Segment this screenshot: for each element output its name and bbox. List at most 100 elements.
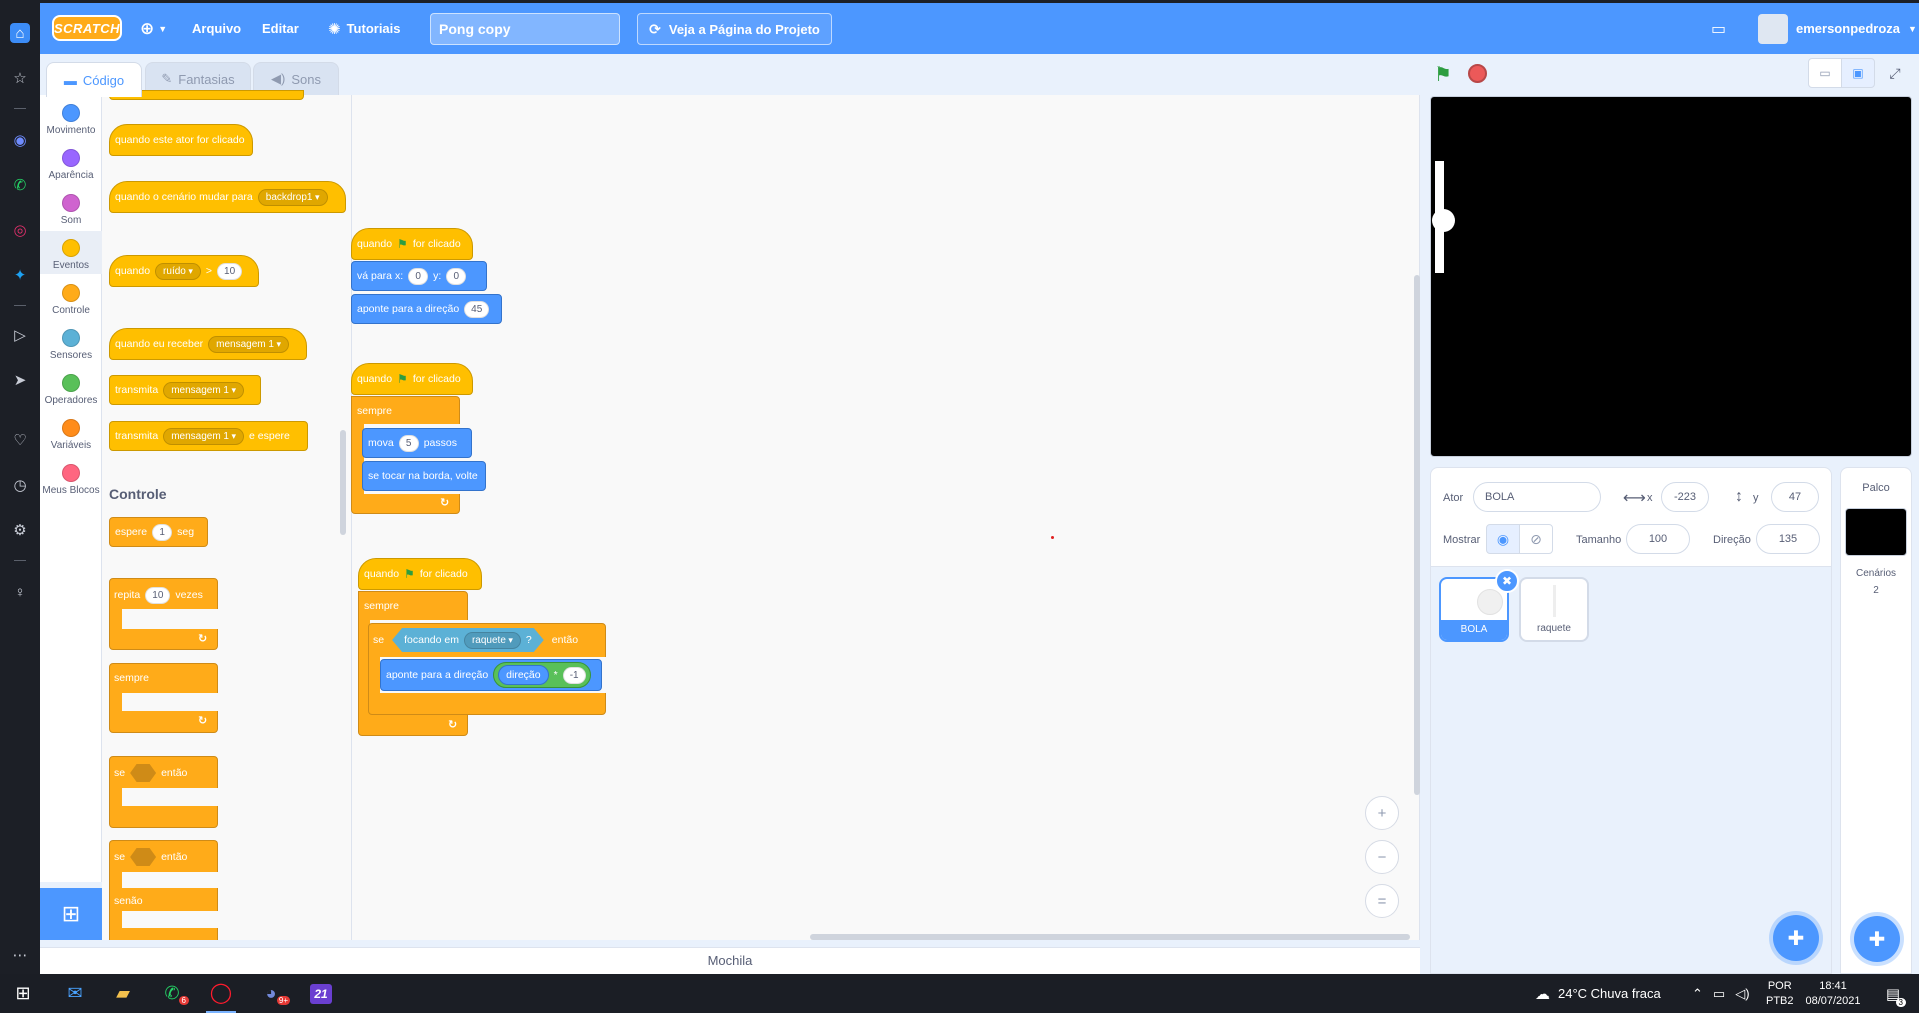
language-indicator[interactable]: POR PTB2 [1766, 974, 1794, 1013]
block-direction-reporter[interactable]: direção [498, 665, 549, 685]
block-when-greater-than[interactable]: quando ruído >10 [109, 255, 259, 287]
category-sound[interactable]: Som [40, 194, 102, 226]
block-point-in-direction[interactable]: aponte para a direção 45 [351, 294, 502, 324]
player-icon[interactable]: ▷ [10, 325, 30, 345]
history-icon[interactable]: ◷ [10, 475, 30, 495]
more-icon[interactable]: ⋯ [10, 945, 30, 965]
stop-button[interactable] [1468, 64, 1487, 83]
block-when-backdrop-switches[interactable]: quando o cenário mudar para backdrop1 [109, 181, 346, 213]
app-21[interactable]: 21 [306, 974, 336, 1013]
add-backdrop-button[interactable]: ✚ [1854, 916, 1900, 962]
large-stage-button[interactable]: ▣ [1841, 58, 1875, 88]
block-when-sprite-clicked[interactable]: quando este ator for clicado [109, 124, 253, 156]
block-move-steps[interactable]: mova 5 passos [362, 428, 472, 458]
backpack-bar[interactable]: Mochila [40, 947, 1420, 974]
category-my-blocks[interactable]: Meus Blocos [40, 464, 102, 496]
messenger-icon[interactable]: ◉ [10, 130, 30, 150]
workspace-vertical-scrollbar[interactable] [1414, 275, 1420, 795]
speed-dial-icon[interactable]: ☆ [10, 68, 30, 88]
opera-app[interactable]: ◯ [206, 974, 236, 1013]
project-title-input[interactable]: Pong copy [430, 13, 620, 45]
show-sprite-button[interactable]: ◉ [1486, 524, 1520, 554]
zoom-out-button[interactable]: − [1365, 840, 1399, 874]
block-when-flag-clicked[interactable]: quando ⚑ for clicado [358, 558, 482, 590]
clock[interactable]: 18:41 08/07/2021 [1802, 974, 1864, 1013]
message-dropdown[interactable]: mensagem 1 [208, 335, 289, 353]
green-flag-button[interactable]: ⚑ [1434, 62, 1452, 87]
hide-sprite-button[interactable]: ⊘ [1519, 524, 1553, 554]
direction-input[interactable]: 45 [464, 300, 490, 318]
instagram-icon[interactable]: ◎ [10, 220, 30, 240]
send-icon[interactable]: ➤ [10, 370, 30, 390]
block-when-i-receive[interactable]: quando eu receber mensagem 1 [109, 328, 307, 360]
delete-sprite-button[interactable]: ✖ [1495, 569, 1519, 593]
direction-input[interactable]: 135 [1756, 524, 1820, 554]
stage-selector[interactable]: Palco Cenários 2 ✚ [1840, 467, 1912, 974]
wait-input[interactable]: 1 [152, 523, 173, 541]
y-position-input[interactable]: 47 [1771, 482, 1819, 512]
message-dropdown[interactable]: mensagem 1 [163, 381, 245, 399]
y-input[interactable]: 0 [446, 267, 467, 285]
file-menu[interactable]: Arquivo [192, 3, 241, 54]
palette-scrollbar[interactable] [340, 430, 346, 535]
size-input[interactable]: 100 [1626, 524, 1690, 554]
block-multiply[interactable]: direção * -1 [493, 662, 591, 688]
block-bounce-on-edge[interactable]: se tocar na borda, volte [362, 461, 486, 491]
account-menu[interactable]: emersonpedroza ▼ [1758, 3, 1917, 54]
x-input[interactable]: 0 [408, 267, 429, 285]
category-variables[interactable]: Variáveis [40, 419, 102, 451]
backdrop-dropdown[interactable]: backdrop1 [257, 188, 328, 206]
category-control[interactable]: Controle [40, 284, 102, 316]
sprite-tile-bola[interactable]: BOLA ✖ [1439, 569, 1519, 642]
category-looks[interactable]: Aparência [40, 149, 102, 181]
block-broadcast-and-wait[interactable]: transmita mensagem 1 e espere [109, 421, 308, 451]
lightbulb-icon[interactable]: ♀ [10, 582, 30, 602]
message-dropdown[interactable]: mensagem 1 [163, 427, 245, 445]
block-when-flag-clicked[interactable]: quando ⚑ for clicado [351, 363, 473, 395]
block-broadcast[interactable]: transmita mensagem 1 [109, 375, 261, 405]
whatsapp-app[interactable]: ✆ 6 [157, 974, 189, 1013]
block-go-to-xy[interactable]: vá para x: 0 y: 0 [351, 261, 487, 291]
start-button[interactable]: ⊞ [8, 974, 38, 1013]
tutorials-menu[interactable]: ✺ Tutoriais [328, 3, 401, 54]
stage-canvas[interactable] [1430, 96, 1912, 457]
notifications-button[interactable]: ▤ 3 [1878, 974, 1908, 1013]
edit-menu[interactable]: Editar [262, 3, 299, 54]
mail-app[interactable]: ✉ [60, 974, 90, 1013]
condition-slot[interactable] [130, 764, 157, 782]
small-stage-button[interactable]: ▭ [1808, 58, 1842, 88]
category-events[interactable]: Eventos [40, 231, 102, 274]
discord-app[interactable]: ◕ 9+ [256, 974, 290, 1013]
sprite-tile-raquete[interactable]: raquete [1519, 577, 1589, 642]
steps-input[interactable]: 5 [398, 434, 419, 452]
block-wait[interactable]: espere 1 seg [109, 517, 208, 547]
block-point-in-direction[interactable]: aponte para a direção direção * -1 [380, 659, 602, 691]
scratch-logo[interactable]: SCRATCH [52, 15, 122, 41]
home-icon[interactable]: ⌂ [10, 23, 30, 43]
threshold-input[interactable]: 10 [217, 262, 243, 280]
workspace-horizontal-scrollbar[interactable] [810, 934, 1410, 940]
settings-icon[interactable]: ⚙ [10, 520, 30, 540]
weather-widget[interactable]: ☁ 24°C Chuva fraca [1535, 974, 1661, 1013]
add-sprite-button[interactable]: ✚ [1773, 915, 1819, 961]
category-sensing[interactable]: Sensores [40, 329, 102, 361]
whatsapp-icon[interactable]: ✆ [10, 175, 30, 195]
multiply-input[interactable]: -1 [562, 666, 586, 684]
tab-code[interactable]: ▬ Código [46, 62, 142, 97]
system-tray[interactable]: ⌃ ▭ ◁) [1692, 974, 1750, 1013]
condition-slot[interactable] [130, 848, 157, 866]
category-operators[interactable]: Operadores [40, 374, 102, 406]
twitter-icon[interactable]: ✦ [10, 265, 30, 285]
see-project-page-button[interactable]: ⟳ Veja a Página do Projeto [637, 13, 832, 45]
sensor-dropdown[interactable]: ruído [155, 262, 201, 280]
language-menu[interactable]: ⊕ ▼ [140, 3, 167, 54]
add-extension-button[interactable]: ⊞ [40, 888, 102, 940]
touching-target-dropdown[interactable]: raquete [464, 632, 521, 649]
sprite-name-input[interactable]: BOLA [1473, 482, 1601, 512]
x-position-input[interactable]: -223 [1661, 482, 1709, 512]
script-workspace[interactable] [352, 95, 1420, 940]
zoom-reset-button[interactable]: = [1365, 884, 1399, 918]
zoom-in-button[interactable]: + [1365, 796, 1399, 830]
heart-icon[interactable]: ♡ [10, 430, 30, 450]
my-stuff-button[interactable]: ▭ [1711, 3, 1726, 54]
